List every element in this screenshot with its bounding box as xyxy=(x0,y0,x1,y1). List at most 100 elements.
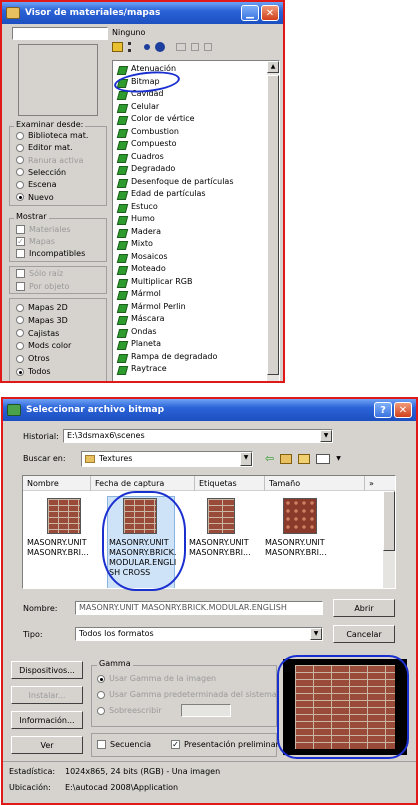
location-value: E:\autocad 2008\Application xyxy=(65,783,179,792)
cancel-button[interactable]: Cancelar xyxy=(333,625,395,643)
filename-input[interactable]: MASONRY.UNIT MASONRY.BRICK.MODULAR.ENGLI… xyxy=(75,601,323,615)
sequence-checkbox[interactable]: Secuencia xyxy=(97,739,151,751)
clear-icon[interactable] xyxy=(204,43,212,51)
map-list-item[interactable]: Estuco xyxy=(113,201,279,214)
map-list-item[interactable]: Degradado xyxy=(113,163,279,176)
map-list-item[interactable]: Cuadros xyxy=(113,151,279,164)
delete-icon[interactable] xyxy=(191,43,199,51)
info-button[interactable]: Información... xyxy=(11,711,83,729)
file-thumbnail[interactable] xyxy=(207,498,235,534)
window-title: Seleccionar archivo bitmap xyxy=(26,405,165,415)
material-map-browser-window: Visor de materiales/mapas ▁ ✕ Ninguno At… xyxy=(0,0,285,383)
browse-from-radio[interactable]: Selección xyxy=(16,167,66,179)
large-icons-icon[interactable] xyxy=(155,42,165,52)
name-input[interactable] xyxy=(12,27,108,40)
devices-button[interactable]: Dispositivos... xyxy=(11,661,83,679)
by-object-checkbox[interactable]: Por objeto xyxy=(16,281,69,293)
open-button[interactable]: Abrir xyxy=(333,599,395,617)
category-radio[interactable]: Mods color xyxy=(16,340,71,352)
map-list-item[interactable]: Combustion xyxy=(113,126,279,139)
map-list-item[interactable]: Celular xyxy=(113,101,279,114)
filetype-combo[interactable]: Todos los formatos ▼ xyxy=(75,627,323,641)
map-list-item[interactable]: Ondas xyxy=(113,326,279,339)
map-list-item[interactable]: Mixto xyxy=(113,238,279,251)
lookin-combo[interactable]: Textures ▼ xyxy=(81,451,253,467)
map-list-item[interactable]: Multiplicar RGB xyxy=(113,276,279,289)
browse-from-radio[interactable]: Nuevo xyxy=(16,192,54,204)
file-list-scrollbar[interactable] xyxy=(383,491,395,588)
map-list: Atenuación Bitmap Cavidad Celular Color de v… xyxy=(112,60,280,381)
column-size[interactable]: Tamaño xyxy=(265,476,365,491)
map-list-item[interactable]: Compuesto xyxy=(113,138,279,151)
map-list-item[interactable]: Humo xyxy=(113,213,279,226)
show-incompatible-checkbox[interactable]: Incompatibles xyxy=(16,248,85,260)
help-icon[interactable]: ? xyxy=(374,402,392,418)
browse-from-radio[interactable]: Ranura activa xyxy=(16,155,83,167)
list-view-icon[interactable] xyxy=(112,42,123,52)
map-list-item[interactable]: Mosaicos xyxy=(113,251,279,264)
file-name[interactable]: MASONRY.UNIT MASONRY.BRI... xyxy=(265,538,333,558)
map-list-item[interactable]: Mármol Perlin xyxy=(113,301,279,314)
map-list-item[interactable]: Edad de partículas xyxy=(113,188,279,201)
map-list-item[interactable]: Planeta xyxy=(113,338,279,351)
map-list-scrollbar[interactable]: ▲ xyxy=(267,61,279,381)
setup-button[interactable]: Instalar... xyxy=(11,686,83,704)
small-icons-icon[interactable] xyxy=(144,44,150,50)
column-tags[interactable]: Etiquetas xyxy=(195,476,265,491)
map-list-item[interactable]: Color de vértice xyxy=(113,113,279,126)
history-combo[interactable]: E:\3dsmax6\scenes ▼ xyxy=(63,429,333,443)
browse-from-radio[interactable]: Escena xyxy=(16,179,57,191)
folder-icon xyxy=(85,454,95,463)
map-list-item[interactable]: Rampa de degradado xyxy=(113,351,279,364)
scroll-thumb[interactable] xyxy=(267,75,279,375)
map-list-item[interactable]: Raytrace xyxy=(113,363,279,376)
category-radio[interactable]: Mapas 3D xyxy=(16,315,68,327)
view-menu-icon[interactable] xyxy=(316,453,331,464)
map-list-item[interactable]: Máscara xyxy=(113,313,279,326)
type-label: Ninguno xyxy=(112,28,146,37)
root-only-checkbox[interactable]: Sólo raíz xyxy=(16,268,63,280)
map-list-item[interactable]: Madera xyxy=(113,226,279,239)
title-bar: Visor de materiales/mapas ▁ ✕ xyxy=(2,2,283,24)
browse-from-radio[interactable]: Editor mat. xyxy=(16,142,73,154)
gamma-override-radio[interactable]: Sobreescribir xyxy=(97,705,162,717)
category-radio[interactable]: Cajistas xyxy=(16,328,59,340)
detail-view-icon[interactable] xyxy=(128,42,139,52)
gamma-system-radio[interactable]: Usar Gamma predeterminada del sistema xyxy=(97,689,277,701)
show-maps-checkbox[interactable]: ✓ Mapas xyxy=(16,236,55,248)
category-radio[interactable]: Mapas 2D xyxy=(16,302,68,314)
category-radio[interactable]: Todos xyxy=(16,366,51,378)
stats-value: 1024x865, 24 bits (RGB) - Una imagen xyxy=(65,767,221,776)
file-name[interactable]: MASONRY.UNIT MASONRY.BRI... xyxy=(27,538,95,558)
category-radio[interactable]: Otros xyxy=(16,353,50,365)
update-scene-icon[interactable] xyxy=(176,43,186,51)
close-icon[interactable]: ✕ xyxy=(261,5,279,21)
map-list-item[interactable]: Moteado xyxy=(113,263,279,276)
gamma-label: Gamma xyxy=(97,659,133,668)
map-list-item[interactable]: Mármol xyxy=(113,288,279,301)
gamma-value-spinner[interactable] xyxy=(181,704,231,717)
divider xyxy=(3,761,416,762)
view-button[interactable]: Ver xyxy=(11,736,83,754)
new-folder-icon[interactable] xyxy=(298,453,311,464)
up-folder-icon[interactable] xyxy=(280,453,293,464)
column-name[interactable]: Nombre xyxy=(23,476,91,491)
gamma-image-radio[interactable]: Usar Gamma de la imagen xyxy=(97,673,216,685)
back-arrow-icon[interactable]: ⇦ xyxy=(265,452,274,465)
map-list-item[interactable]: Desenfoque de partículas xyxy=(113,176,279,189)
show-materials-checkbox[interactable]: Materiales xyxy=(16,224,71,236)
scroll-thumb[interactable] xyxy=(383,491,395,551)
window-title: Visor de materiales/mapas xyxy=(25,8,161,18)
file-thumbnail[interactable] xyxy=(283,498,317,534)
scroll-up-icon[interactable]: ▲ xyxy=(267,61,279,73)
more-columns-icon[interactable]: » xyxy=(365,476,385,491)
chevron-down-icon[interactable]: ▼ xyxy=(336,455,341,462)
column-date[interactable]: Fecha de captura xyxy=(91,476,195,491)
minimize-icon[interactable]: ▁ xyxy=(241,5,259,21)
file-thumbnail[interactable] xyxy=(47,498,81,534)
filetype-label: Tipo: xyxy=(23,630,43,639)
preview-checkbox[interactable]: ✓ Presentación preliminar xyxy=(171,739,279,751)
file-name[interactable]: MASONRY.UNIT MASONRY.BRI... xyxy=(189,538,257,558)
browse-from-radio[interactable]: Biblioteca mat. xyxy=(16,130,88,142)
close-icon[interactable]: ✕ xyxy=(394,402,412,418)
